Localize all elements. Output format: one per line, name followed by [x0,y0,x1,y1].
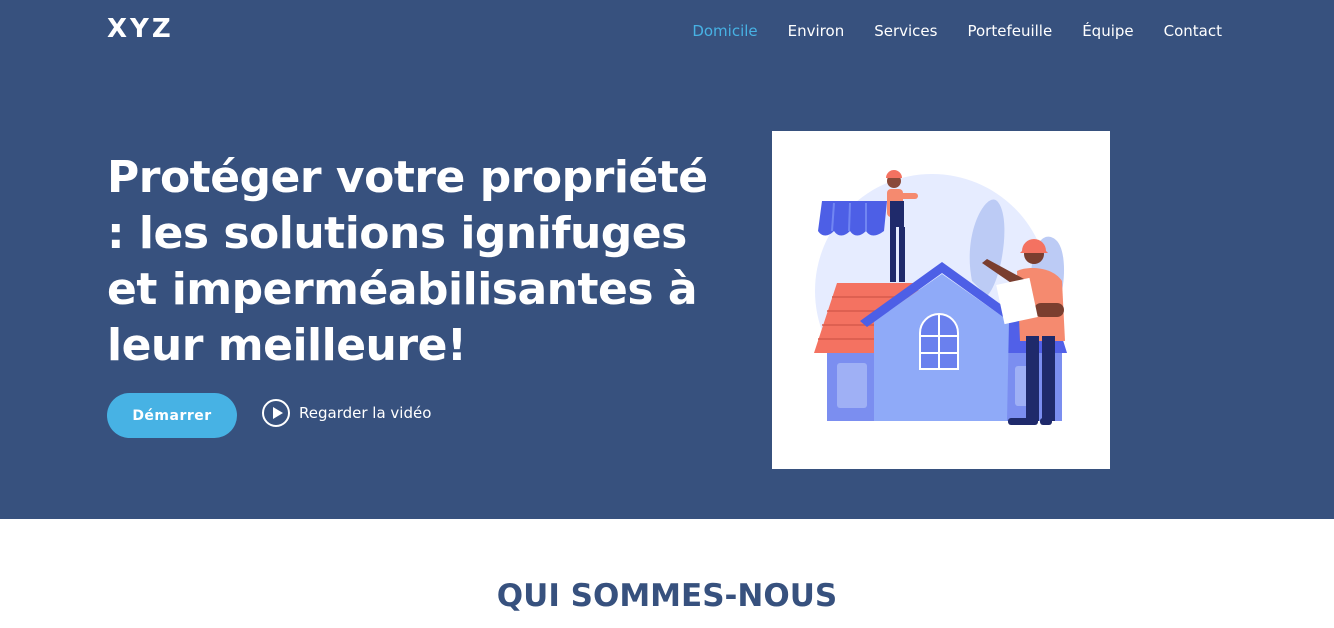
play-icon[interactable] [262,399,290,427]
nav-item-environ[interactable]: Environ [788,22,845,40]
hero-illustration [772,131,1110,469]
nav-item-portefeuille[interactable]: Portefeuille [967,22,1052,40]
hero-headline: Protéger votre propriété : les solutions… [107,152,708,371]
site-logo[interactable]: XYZ [107,14,174,44]
house-roofers-illustration-icon [814,170,1067,425]
watch-video-label: Regarder la vidéo [299,404,432,422]
hero-section: XYZ Domicile Environ Services Portefeuil… [0,0,1334,519]
watch-video-link[interactable]: Regarder la vidéo [262,399,431,427]
nav-item-services[interactable]: Services [874,22,937,40]
about-section-title: QUI SOMMES-NOUS [496,578,838,614]
main-nav: Domicile Environ Services Portefeuille É… [662,22,1222,40]
nav-item-equipe[interactable]: Équipe [1082,22,1133,40]
nav-item-domicile[interactable]: Domicile [692,22,757,40]
nav-item-contact[interactable]: Contact [1164,22,1222,40]
start-button[interactable]: Démarrer [107,393,237,438]
